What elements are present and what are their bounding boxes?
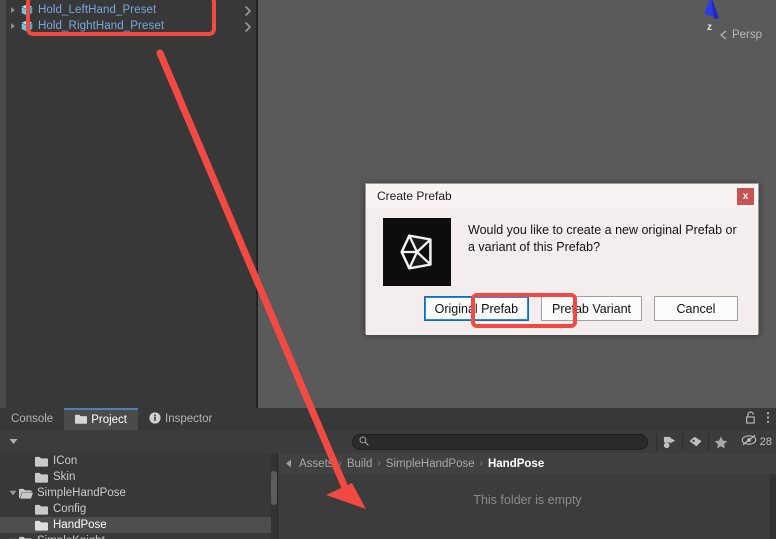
breadcrumb-separator: › <box>377 458 381 469</box>
prefab-variant-button[interactable]: Prefab Variant <box>541 296 642 321</box>
breadcrumb-item-simplehandpose[interactable]: SimpleHandPose <box>386 458 475 470</box>
chevron-right-icon[interactable] <box>242 4 254 16</box>
tree-item-label: SimpleKnight <box>37 535 105 539</box>
tree-scrollbar-thumb[interactable] <box>271 471 277 505</box>
breadcrumb-item-build[interactable]: Build <box>347 458 373 470</box>
hierarchy-left-strip <box>0 0 6 408</box>
dialog-titlebar: Create Prefab x <box>366 184 758 208</box>
chevron-down-icon[interactable] <box>0 438 26 445</box>
triangle-down-icon[interactable] <box>6 485 19 501</box>
tree-item-label: Config <box>53 503 87 515</box>
breadcrumb: Assets › Build › SimpleHandPose › HandPo… <box>279 453 776 474</box>
panel-window-controls <box>745 411 770 429</box>
tab-project[interactable]: Project <box>64 408 138 430</box>
triangle-right-icon[interactable] <box>6 18 20 34</box>
tree-item-label: Skin <box>53 471 76 483</box>
unity-logo-icon <box>383 218 451 286</box>
prefab-cube-icon <box>20 19 34 33</box>
tree-item-label: ICon <box>53 455 78 467</box>
panel-tab-bar: Console Project Inspector <box>0 408 776 430</box>
tree-item-label: SimpleHandPose <box>37 487 126 499</box>
tab-console[interactable]: Console <box>0 408 64 430</box>
create-prefab-dialog: Create Prefab x Would you like to create… <box>365 183 759 335</box>
triangle-left-icon[interactable] <box>283 459 294 468</box>
scene-projection-label[interactable]: Persp <box>719 29 762 41</box>
tree-item-config-folder[interactable]: Config <box>0 501 277 517</box>
dialog-title: Create Prefab <box>377 189 452 203</box>
triangle-down-icon[interactable] <box>6 533 19 539</box>
prefab-cube-icon <box>20 3 34 17</box>
info-icon <box>149 411 161 427</box>
tree-item-skin-folder[interactable]: Skin <box>0 469 277 485</box>
breadcrumb-item-assets[interactable]: Assets <box>299 458 334 470</box>
filter-by-type-icon[interactable] <box>656 433 681 451</box>
dialog-message: Would you like to create a new original … <box>468 223 737 254</box>
breadcrumb-separator: › <box>479 458 483 469</box>
svg-text:z: z <box>707 22 712 33</box>
hierarchy-item-label: Hold_RightHand_Preset <box>38 20 165 32</box>
cancel-button[interactable]: Cancel <box>654 296 738 321</box>
tab-inspector[interactable]: Inspector <box>138 408 223 430</box>
search-input[interactable] <box>352 434 648 450</box>
kebab-menu-icon[interactable] <box>766 411 770 429</box>
hidden-objects-icon <box>741 434 757 449</box>
close-icon[interactable]: x <box>737 188 754 205</box>
tab-label: Inspector <box>165 413 213 425</box>
folder-icon <box>75 414 88 427</box>
chevron-right-icon[interactable] <box>242 20 254 32</box>
dialog-body: Would you like to create a new original … <box>366 208 758 335</box>
project-folder-tree: ICon Skin SimpleHandPose Config HandPose <box>0 453 278 539</box>
hierarchy-panel: Hold_LeftHand_Preset Hold_RightHand_Pres <box>0 0 258 408</box>
persp-text: Persp <box>731 29 762 41</box>
favorites-star-icon[interactable] <box>708 433 733 451</box>
hierarchy-item-hold-lefthand-preset[interactable]: Hold_LeftHand_Preset <box>6 2 258 18</box>
empty-folder-message: This folder is empty <box>473 492 582 507</box>
original-prefab-button[interactable]: Original Prefab <box>423 296 530 321</box>
hidden-object-count: 28 <box>741 434 772 449</box>
filter-by-label-icon[interactable] <box>682 433 707 451</box>
tree-item-label: HandPose <box>53 519 107 531</box>
breadcrumb-item-handpose: HandPose <box>487 457 545 470</box>
lock-icon[interactable] <box>745 411 756 429</box>
folder-open-icon <box>19 488 33 499</box>
project-content-pane: Assets › Build › SimpleHandPose › HandPo… <box>279 453 776 539</box>
tree-item-icon-folder[interactable]: ICon <box>0 453 277 469</box>
hierarchy-item-label: Hold_LeftHand_Preset <box>38 4 157 16</box>
tree-item-handpose-folder[interactable]: HandPose <box>0 517 277 533</box>
breadcrumb-separator: › <box>338 458 342 469</box>
dialog-button-row: Original Prefab Prefab Variant Cancel <box>366 296 758 321</box>
tree-scrollbar[interactable] <box>271 453 277 539</box>
project-browser-panel: Console Project Inspector 28 ICon Skin S… <box>0 408 776 539</box>
folder-icon <box>35 456 48 467</box>
folder-icon <box>35 472 48 483</box>
folder-open-icon <box>19 536 32 539</box>
triangle-right-icon[interactable] <box>6 2 20 18</box>
tree-item-simplehandpose-folder[interactable]: SimpleHandPose <box>0 485 277 501</box>
tab-label: Console <box>11 413 54 425</box>
unity-editor-window: Hold_LeftHand_Preset Hold_RightHand_Pres <box>0 0 776 539</box>
tree-item-simpleknight-folder[interactable]: SimpleKnight <box>0 533 277 539</box>
content-scrollbar[interactable] <box>770 474 776 539</box>
chevron-left-icon <box>719 30 727 40</box>
folder-icon <box>35 504 48 515</box>
search-icon <box>359 433 369 451</box>
folder-icon <box>35 520 48 531</box>
hierarchy-item-hold-righthand-preset[interactable]: Hold_RightHand_Preset <box>6 18 258 34</box>
count-value: 28 <box>759 435 772 448</box>
tab-label: Project <box>91 414 127 426</box>
project-toolbar: 28 <box>0 430 776 453</box>
